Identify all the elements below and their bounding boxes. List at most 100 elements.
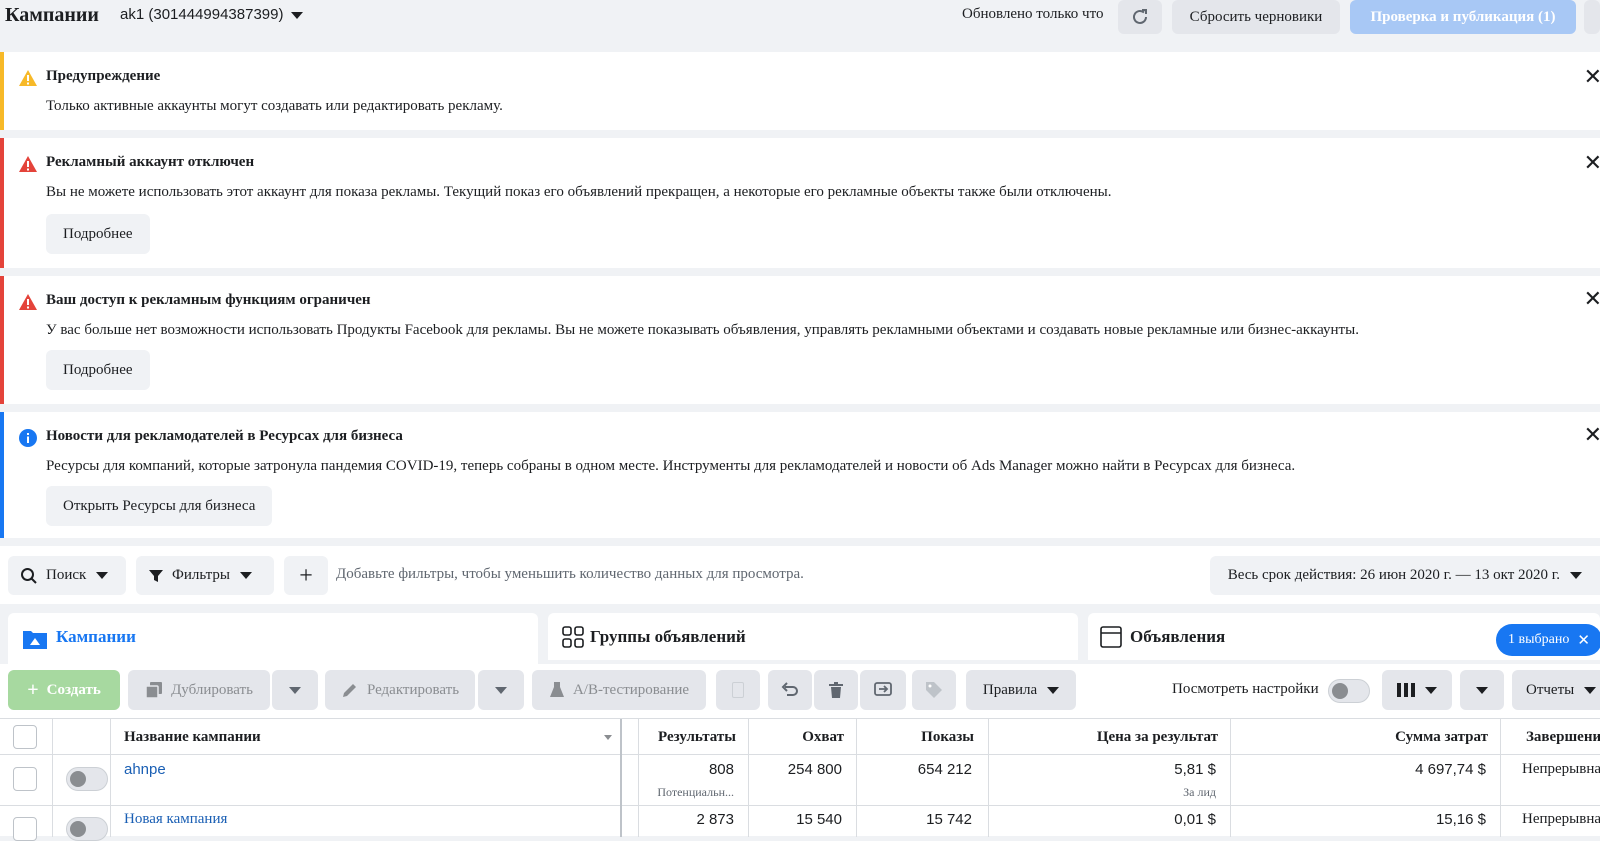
columns-icon [1397,683,1415,697]
filters-button[interactable]: Фильтры [136,556,274,595]
learn-more-button[interactable]: Подробнее [46,350,150,390]
columns-button[interactable] [1382,670,1452,710]
grid-icon [562,626,584,648]
date-range-picker[interactable]: Весь срок действия: 26 июн 2020 г. — 13 … [1209,556,1600,595]
refresh-button[interactable] [1118,0,1162,34]
edit-dropdown[interactable] [478,670,524,710]
duplicate-button[interactable]: Дублировать [128,670,270,710]
alert-body: Вы не можете использовать этот аккаунт д… [46,184,1112,200]
alert-title: Ваш доступ к рекламным функциям ограниче… [46,292,371,308]
search-icon [21,567,37,584]
trash-icon [829,682,843,698]
archive-button[interactable] [716,670,760,710]
share-button[interactable] [860,670,906,710]
tag-button[interactable] [912,670,956,710]
chevron-down-icon [1570,572,1582,579]
create-label: Создать [46,681,101,698]
row-divider [0,805,1600,806]
alert-warning: Предупреждение Только активные аккаунты … [0,52,1600,130]
learn-more-button[interactable]: Подробнее [46,214,150,254]
select-all-checkbox[interactable] [13,725,37,749]
header-cost-per-result[interactable]: Цена за результат [1097,729,1218,746]
spent-value: 4 697,74 $ [1415,761,1486,778]
close-icon[interactable]: ✕ [1584,286,1600,312]
duplicate-dropdown[interactable] [272,670,318,710]
cost-value: 5,81 $ [1174,761,1216,778]
more-button[interactable] [1584,0,1600,34]
selected-count-label: 1 выбрано [1508,632,1570,647]
breakdown-button[interactable] [1460,670,1504,710]
warning-icon [19,70,37,86]
results-value: 2 873 [696,811,734,828]
refresh-icon [1133,9,1147,24]
campaign-folder-icon [23,631,47,649]
sort-icon[interactable] [604,735,612,740]
plus-icon: + [299,562,313,589]
edit-button[interactable]: Редактировать [325,670,475,710]
filter-icon [149,569,163,582]
reports-label: Отчеты [1526,681,1575,698]
selected-count-badge[interactable]: 1 выбрано ✕ [1496,624,1600,656]
reach-value: 254 800 [787,761,842,778]
create-button[interactable]: + Создать [8,670,120,710]
tab-label: Кампании [56,627,136,646]
header-campaign-name[interactable]: Название кампании [124,729,261,746]
search-button[interactable]: Поиск [8,556,126,595]
chevron-down-icon [1584,686,1597,694]
campaign-name-link[interactable]: Новая кампания [124,811,227,828]
reset-drafts-button[interactable]: Сбросить черновики [1172,0,1340,34]
filters-label: Фильтры [172,567,230,583]
duplicate-icon [145,682,163,699]
row-checkbox[interactable] [13,767,37,791]
close-icon[interactable]: ✕ [1584,64,1600,90]
tab-campaigns[interactable]: Кампании [8,613,538,664]
header-divider [0,754,1600,755]
column-divider [1230,719,1231,837]
delete-button[interactable] [814,670,858,710]
info-icon [19,429,37,447]
chevron-down-icon [291,11,304,19]
header-results[interactable]: Результаты [658,729,736,746]
ends-value: Непрерывна [1522,761,1600,777]
undo-icon [781,682,798,696]
toggle-knob [70,821,86,837]
results-subtext: Потенциальн... [657,785,734,799]
header-ends[interactable]: Завершени [1526,729,1600,746]
ends-value: Непрерывна [1522,811,1600,827]
clipboard-icon [732,682,744,698]
chevron-down-icon [495,686,507,694]
impressions-value: 654 212 [917,761,972,778]
chevron-down-icon [1476,686,1488,694]
campaign-toggle[interactable] [66,817,108,841]
tab-adsets[interactable]: Группы объявлений [548,613,1078,660]
filter-hint: Добавьте фильтры, чтобы уменьшить количе… [336,566,804,582]
account-selector[interactable]: ak1 (301444994387399) [120,6,304,23]
pencil-icon [342,684,356,697]
alert-body: У вас больше нет возможности использоват… [46,322,1359,338]
tab-label: Объявления [1130,627,1226,646]
reports-button[interactable]: Отчеты [1512,670,1600,710]
results-value: 808 [708,761,734,778]
row-checkbox[interactable] [13,817,37,841]
open-business-resources-button[interactable]: Открыть Ресурсы для бизнеса [46,486,273,526]
close-icon[interactable]: ✕ [1577,631,1590,650]
page-title: Кампании [5,4,99,26]
rules-button[interactable]: Правила [966,670,1076,710]
alert-body: Ресурсы для компаний, которые затронула … [46,458,1296,474]
ab-test-button[interactable]: A/B-тестирование [532,670,706,710]
header-reach[interactable]: Охват [802,729,844,746]
undo-button[interactable] [768,670,812,710]
campaign-toggle[interactable] [66,767,108,791]
header-amount-spent[interactable]: Сумма затрат [1395,729,1488,746]
close-icon[interactable]: ✕ [1584,422,1600,448]
alert-title: Рекламный аккаунт отключен [46,154,255,170]
add-filter-button[interactable]: + [284,556,328,595]
view-settings-toggle[interactable] [1328,679,1370,703]
review-publish-button[interactable]: Проверка и публикация (1) [1350,0,1576,34]
close-icon[interactable]: ✕ [1584,150,1600,176]
chevron-down-icon [96,572,109,579]
error-icon [19,156,37,172]
campaign-name-link[interactable]: ahnpe [124,761,166,778]
column-divider [748,719,749,837]
header-impressions[interactable]: Показы [921,729,974,746]
